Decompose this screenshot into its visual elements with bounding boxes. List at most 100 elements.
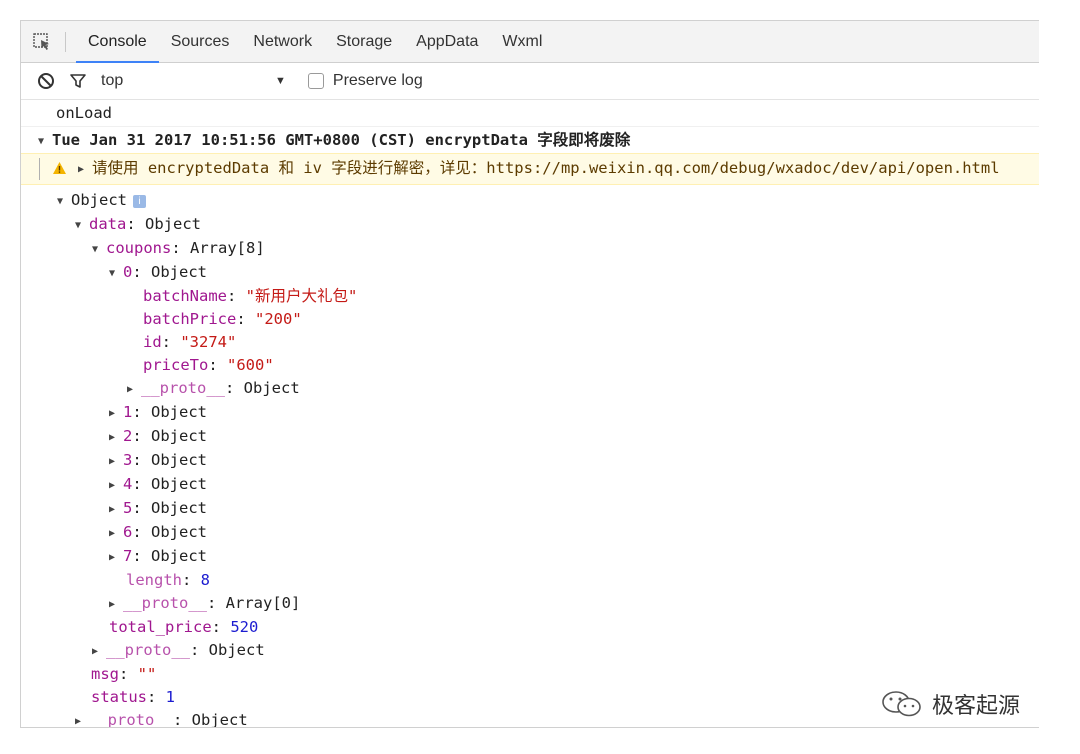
watermark-text: 极客起源 [932, 694, 1021, 719]
tree-value: "新用户大礼包" [245, 287, 358, 305]
tree-key: 6 [123, 523, 133, 541]
expanded-triangle-icon: ▼ [57, 196, 64, 207]
collapsed-triangle-icon: ▶ [127, 384, 134, 395]
tree-node-array-proto[interactable]: ▶ __proto__: Array[0] [21, 592, 1039, 616]
tab-storage[interactable]: Storage [324, 21, 404, 62]
tree-key: batchName [143, 287, 227, 305]
tree-node-proto[interactable]: ▶ __proto__: Object [21, 377, 1039, 401]
tree-key: __proto__ [106, 641, 190, 659]
tree-value: Object [191, 711, 248, 728]
tree-node-item-7[interactable]: ▶ 7: Object [21, 545, 1039, 569]
tree-key: id [143, 333, 162, 351]
tree-key: data [89, 215, 127, 233]
tree-value: Object [243, 379, 300, 397]
tab-appdata[interactable]: AppData [404, 21, 490, 62]
tab-sources[interactable]: Sources [159, 21, 242, 62]
tree-node-coupons[interactable]: ▼ coupons: Array[8] [21, 237, 1039, 261]
inspect-element-icon[interactable] [29, 29, 55, 55]
collapsed-triangle-icon: ▶ [109, 480, 116, 491]
tree-prop-total-price: total_price: 520 [109, 618, 259, 636]
tree-value: 520 [230, 618, 259, 636]
tree-key: 4 [123, 475, 133, 493]
tree-key: 7 [123, 547, 133, 565]
watermark: 极客起源 [880, 688, 1020, 720]
tree-key: 1 [123, 403, 133, 421]
warning-text: 请使用 encryptedData 和 iv 字段进行解密，详见：https:/… [92, 159, 1000, 177]
tree-prop-msg: msg: "" [91, 665, 157, 683]
tree-value: "600" [227, 356, 274, 374]
tab-network[interactable]: Network [241, 21, 324, 62]
tree-node-item-2[interactable]: ▶ 2: Object [21, 425, 1039, 449]
tree-key: coupons [106, 239, 172, 257]
tab-console[interactable]: Console [76, 21, 159, 63]
tree-node-item-4[interactable]: ▶ 4: Object [21, 473, 1039, 497]
tree-value: Object [151, 499, 208, 517]
preserve-log-label: Preserve log [332, 72, 423, 89]
tree-key: priceTo [143, 356, 209, 374]
tree-node-item-3[interactable]: ▶ 3: Object [21, 449, 1039, 473]
collapsed-triangle-icon: ▶ [109, 504, 116, 515]
collapsed-triangle-icon: ▶ [109, 408, 116, 419]
collapsed-triangle-icon: ▶ [109, 528, 116, 539]
tree-value: Object [151, 523, 208, 541]
context-selector[interactable]: top [101, 72, 271, 90]
tree-node-item-5[interactable]: ▶ 5: Object [21, 497, 1039, 521]
tree-key: __proto__ [123, 594, 207, 612]
clear-console-icon[interactable] [35, 70, 57, 92]
tree-value: Object [151, 475, 208, 493]
collapsed-triangle-icon: ▶ [109, 599, 116, 610]
tree-node-data-proto[interactable]: ▶ __proto__: Object [21, 639, 1039, 663]
tree-value: Object [151, 547, 208, 565]
object-tree: ▼ Object i ▼ data: Object ▼ coupons: Array[8… [21, 185, 1039, 728]
tree-value: "200" [255, 310, 302, 328]
tree-key: 5 [123, 499, 133, 517]
tree-prop-batchprice: batchPrice: "200" [143, 310, 302, 328]
expanded-triangle-icon: ▼ [75, 220, 82, 231]
tree-key: __proto__ [141, 379, 225, 397]
filter-icon[interactable] [67, 70, 89, 92]
devtools-tabbar: Console Sources Network Storage AppData … [21, 21, 1039, 63]
warning-message[interactable]: ▶ 请使用 encryptedData 和 iv 字段进行解密，详见：https:… [21, 153, 1039, 185]
wechat-icon [880, 689, 924, 719]
tree-node-item-1[interactable]: ▶ 1: Object [21, 401, 1039, 425]
tree-key: 3 [123, 451, 133, 469]
tree-key: batchPrice [143, 310, 237, 328]
tree-key: __proto__ [89, 711, 173, 728]
tree-value: 8 [200, 571, 211, 589]
tree-root[interactable]: ▼ Object i [21, 189, 1039, 213]
info-icon[interactable]: i [133, 195, 146, 208]
warning-row: ▶ 请使用 encryptedData 和 iv 字段进行解密，详见：https:… [78, 154, 1000, 184]
preserve-log-checkbox[interactable] [307, 73, 324, 89]
tree-prop-length: length: 8 [126, 571, 211, 589]
tree-node-data[interactable]: ▼ data: Object [21, 213, 1039, 237]
collapsed-triangle-icon: ▶ [92, 646, 99, 657]
tree-value: Object [208, 641, 265, 659]
collapsed-triangle-icon: ▶ [109, 432, 116, 443]
expanded-triangle-icon: ▼ [109, 268, 116, 279]
tree-prop-priceto: priceTo: "600" [143, 356, 274, 374]
log-group-header[interactable]: ▼ Tue Jan 31 2017 10:51:56 GMT+0800 (CST)… [21, 127, 1039, 153]
expanded-triangle-icon: ▼ [92, 244, 99, 255]
tree-root-label: Object [71, 191, 127, 209]
tree-key: 0 [123, 263, 133, 281]
collapsed-triangle-icon: ▶ [109, 552, 116, 563]
tree-key: status [91, 688, 147, 706]
collapsed-triangle-icon: ▶ [78, 164, 85, 175]
console-output: onLoad ▼ Tue Jan 31 2017 10:51:56 GMT+080… [21, 100, 1039, 728]
expanded-triangle-icon: ▼ [38, 136, 45, 147]
group-header-text: Tue Jan 31 2017 10:51:56 GMT+0800 (CST) … [52, 131, 631, 149]
tree-value: Object [151, 427, 208, 445]
tree-prop-batchname: batchName: "新用户大礼包" [143, 287, 358, 305]
tree-value: Object [151, 263, 208, 281]
tree-value: Object [151, 451, 208, 469]
tree-value: "" [137, 665, 157, 683]
tree-value: Array[8] [190, 239, 265, 257]
tree-node-item-6[interactable]: ▶ 6: Object [21, 521, 1039, 545]
tab-wxml[interactable]: Wxml [490, 21, 554, 62]
tree-node-item-0[interactable]: ▼ 0: Object [21, 261, 1039, 285]
tab-separator [65, 31, 66, 52]
tree-value: "3274" [180, 333, 237, 351]
tree-value: Object [151, 403, 208, 421]
chevron-down-icon[interactable]: ▼ [275, 75, 286, 87]
tree-value: Array[0] [225, 594, 301, 612]
